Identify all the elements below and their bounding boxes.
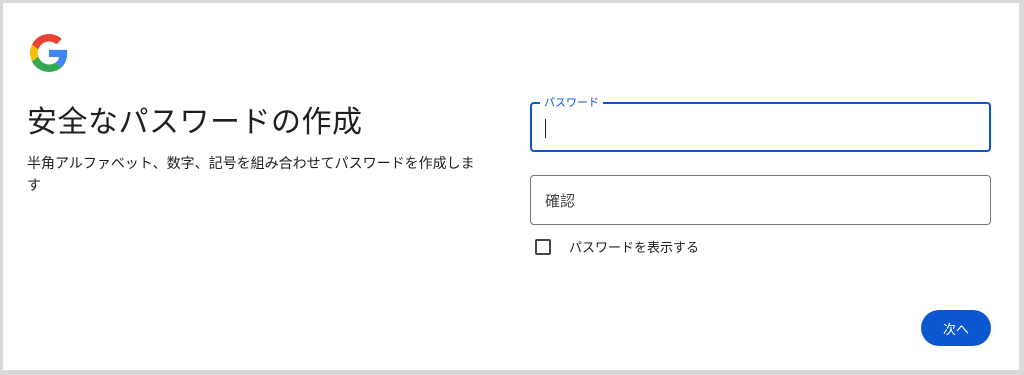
password-input[interactable]	[544, 116, 977, 140]
show-password-toggle[interactable]: パスワードを表示する	[535, 237, 699, 256]
sign-in-card: 安全なパスワードの作成 半角アルファベット、数字、記号を組み合わせてパスワードを…	[3, 3, 1019, 370]
password-field[interactable]: パスワード	[530, 94, 991, 152]
text-cursor	[545, 119, 546, 138]
google-g-logo-icon	[30, 34, 68, 72]
confirm-password-field[interactable]	[530, 175, 991, 225]
page-title: 安全なパスワードの作成	[27, 105, 363, 140]
next-button[interactable]: 次へ	[921, 310, 991, 346]
page-description: 半角アルファベット、数字、記号を組み合わせてパスワードを作成します	[27, 156, 475, 194]
password-field-label: パスワード	[540, 94, 603, 110]
show-password-checkbox[interactable]	[535, 238, 551, 255]
confirm-password-input[interactable]	[545, 189, 978, 213]
show-password-label: パスワードを表示する	[569, 241, 700, 256]
